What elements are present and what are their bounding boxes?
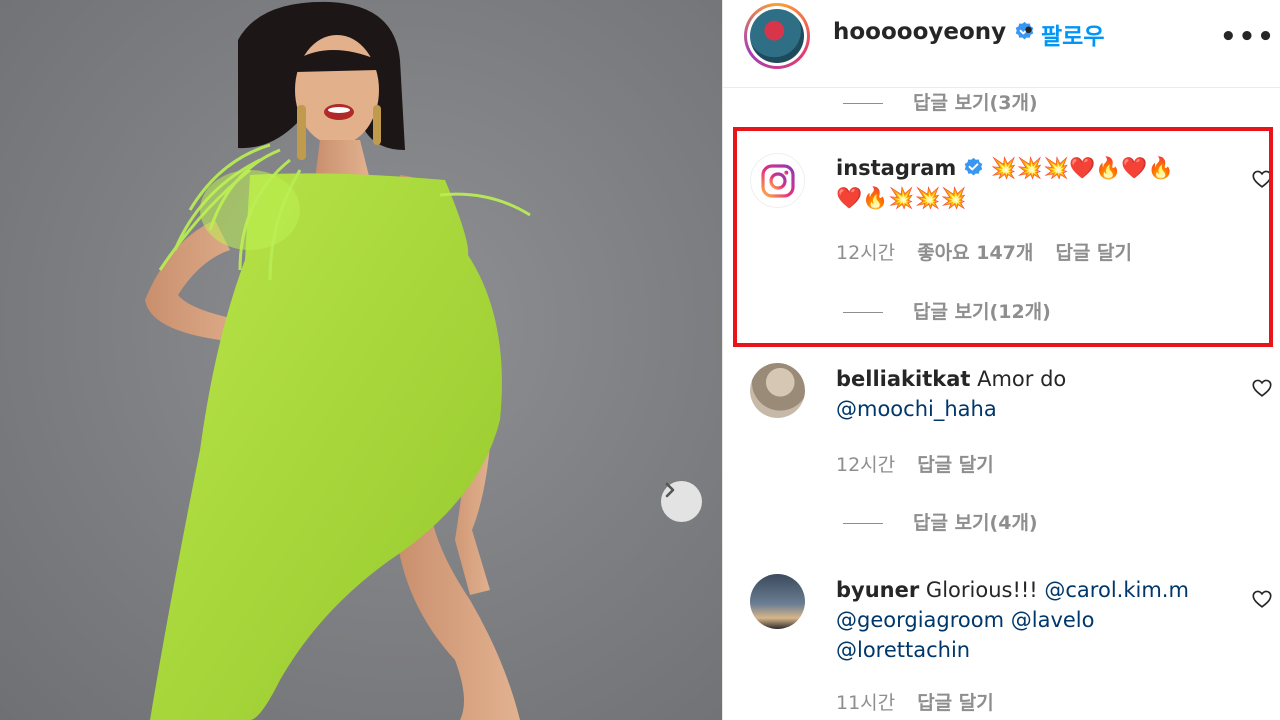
- mention-link[interactable]: @georgiagroom: [836, 608, 1004, 632]
- comment-text: belliakitkat Amor do @moochi_haha: [836, 364, 1256, 424]
- next-image-button[interactable]: [661, 481, 702, 522]
- post-photo[interactable]: [0, 0, 722, 720]
- replies-line: [843, 103, 883, 104]
- replies-line: [843, 523, 883, 524]
- comment-time: 12시간: [836, 242, 896, 264]
- verified-badge-icon: [964, 157, 983, 176]
- view-replies-label: 답글 보기(12개): [913, 301, 1051, 323]
- comment-time: 12시간: [836, 454, 896, 476]
- chevron-right-icon: [665, 482, 675, 498]
- comments-panel: hoooooyeony • 팔로우 ••• 답글 보기(3개) instagra…: [723, 0, 1280, 720]
- view-replies-label: 답글 보기(3개): [913, 92, 1038, 114]
- heart-outline-icon[interactable]: [1251, 168, 1273, 190]
- follow-button[interactable]: 팔로우: [1041, 17, 1104, 51]
- replies-line: [843, 312, 883, 313]
- comment-emoji-line1: 💥💥💥❤️🔥❤️🔥: [990, 156, 1174, 180]
- commenter-avatar[interactable]: [750, 153, 805, 208]
- comment-text: instagram 💥💥💥❤️🔥❤️🔥 ❤️🔥💥💥💥: [836, 153, 1256, 213]
- author-username[interactable]: hoooooyeony: [833, 19, 1035, 45]
- commenter-username[interactable]: byuner: [836, 578, 919, 602]
- post-image: [145, 1, 531, 720]
- view-replies-label: 답글 보기(4개): [913, 512, 1038, 534]
- comment-text: byuner Glorious!!! @carol.kim.m @georgia…: [836, 575, 1256, 665]
- commenter-username[interactable]: belliakitkat: [836, 367, 970, 391]
- mention-link[interactable]: @lavelo: [1011, 608, 1095, 632]
- comment-likes[interactable]: 좋아요 147개: [917, 242, 1033, 264]
- mention-link[interactable]: @carol.kim.m: [1044, 578, 1189, 602]
- comment-meta: 11시간 답글 달기: [836, 688, 1010, 715]
- reply-button[interactable]: 답글 달기: [917, 692, 994, 714]
- author-avatar[interactable]: [744, 3, 810, 69]
- comment-meta: 12시간 답글 달기: [836, 450, 1010, 477]
- view-replies-button[interactable]: 답글 보기(4개): [843, 508, 1038, 535]
- mention-link[interactable]: @lorettachin: [836, 638, 970, 662]
- comment-meta: 12시간 좋아요 147개 답글 달기: [836, 238, 1148, 265]
- comment-emoji-line2: ❤️🔥💥💥💥: [836, 186, 967, 210]
- view-replies-button[interactable]: 답글 보기(12개): [843, 297, 1051, 324]
- reply-button[interactable]: 답글 달기: [917, 454, 994, 476]
- heart-outline-icon[interactable]: [1251, 588, 1273, 610]
- instagram-logo-icon: [760, 163, 795, 198]
- commenter-avatar[interactable]: [750, 363, 805, 418]
- reply-button[interactable]: 답글 달기: [1055, 242, 1132, 264]
- commenter-avatar[interactable]: [750, 574, 805, 629]
- post-header: hoooooyeony • 팔로우 •••: [723, 0, 1280, 88]
- comment-body: Glorious!!!: [925, 578, 1038, 602]
- more-options-button[interactable]: •••: [1220, 22, 1276, 52]
- view-replies-button[interactable]: 답글 보기(3개): [843, 88, 1038, 115]
- comment-time: 11시간: [836, 692, 896, 714]
- mention-link[interactable]: @moochi_haha: [836, 397, 997, 421]
- commenter-username[interactable]: instagram: [836, 156, 956, 180]
- heart-outline-icon[interactable]: [1251, 377, 1273, 399]
- header-separator: •: [1022, 19, 1035, 44]
- comment-body: Amor do: [977, 367, 1067, 391]
